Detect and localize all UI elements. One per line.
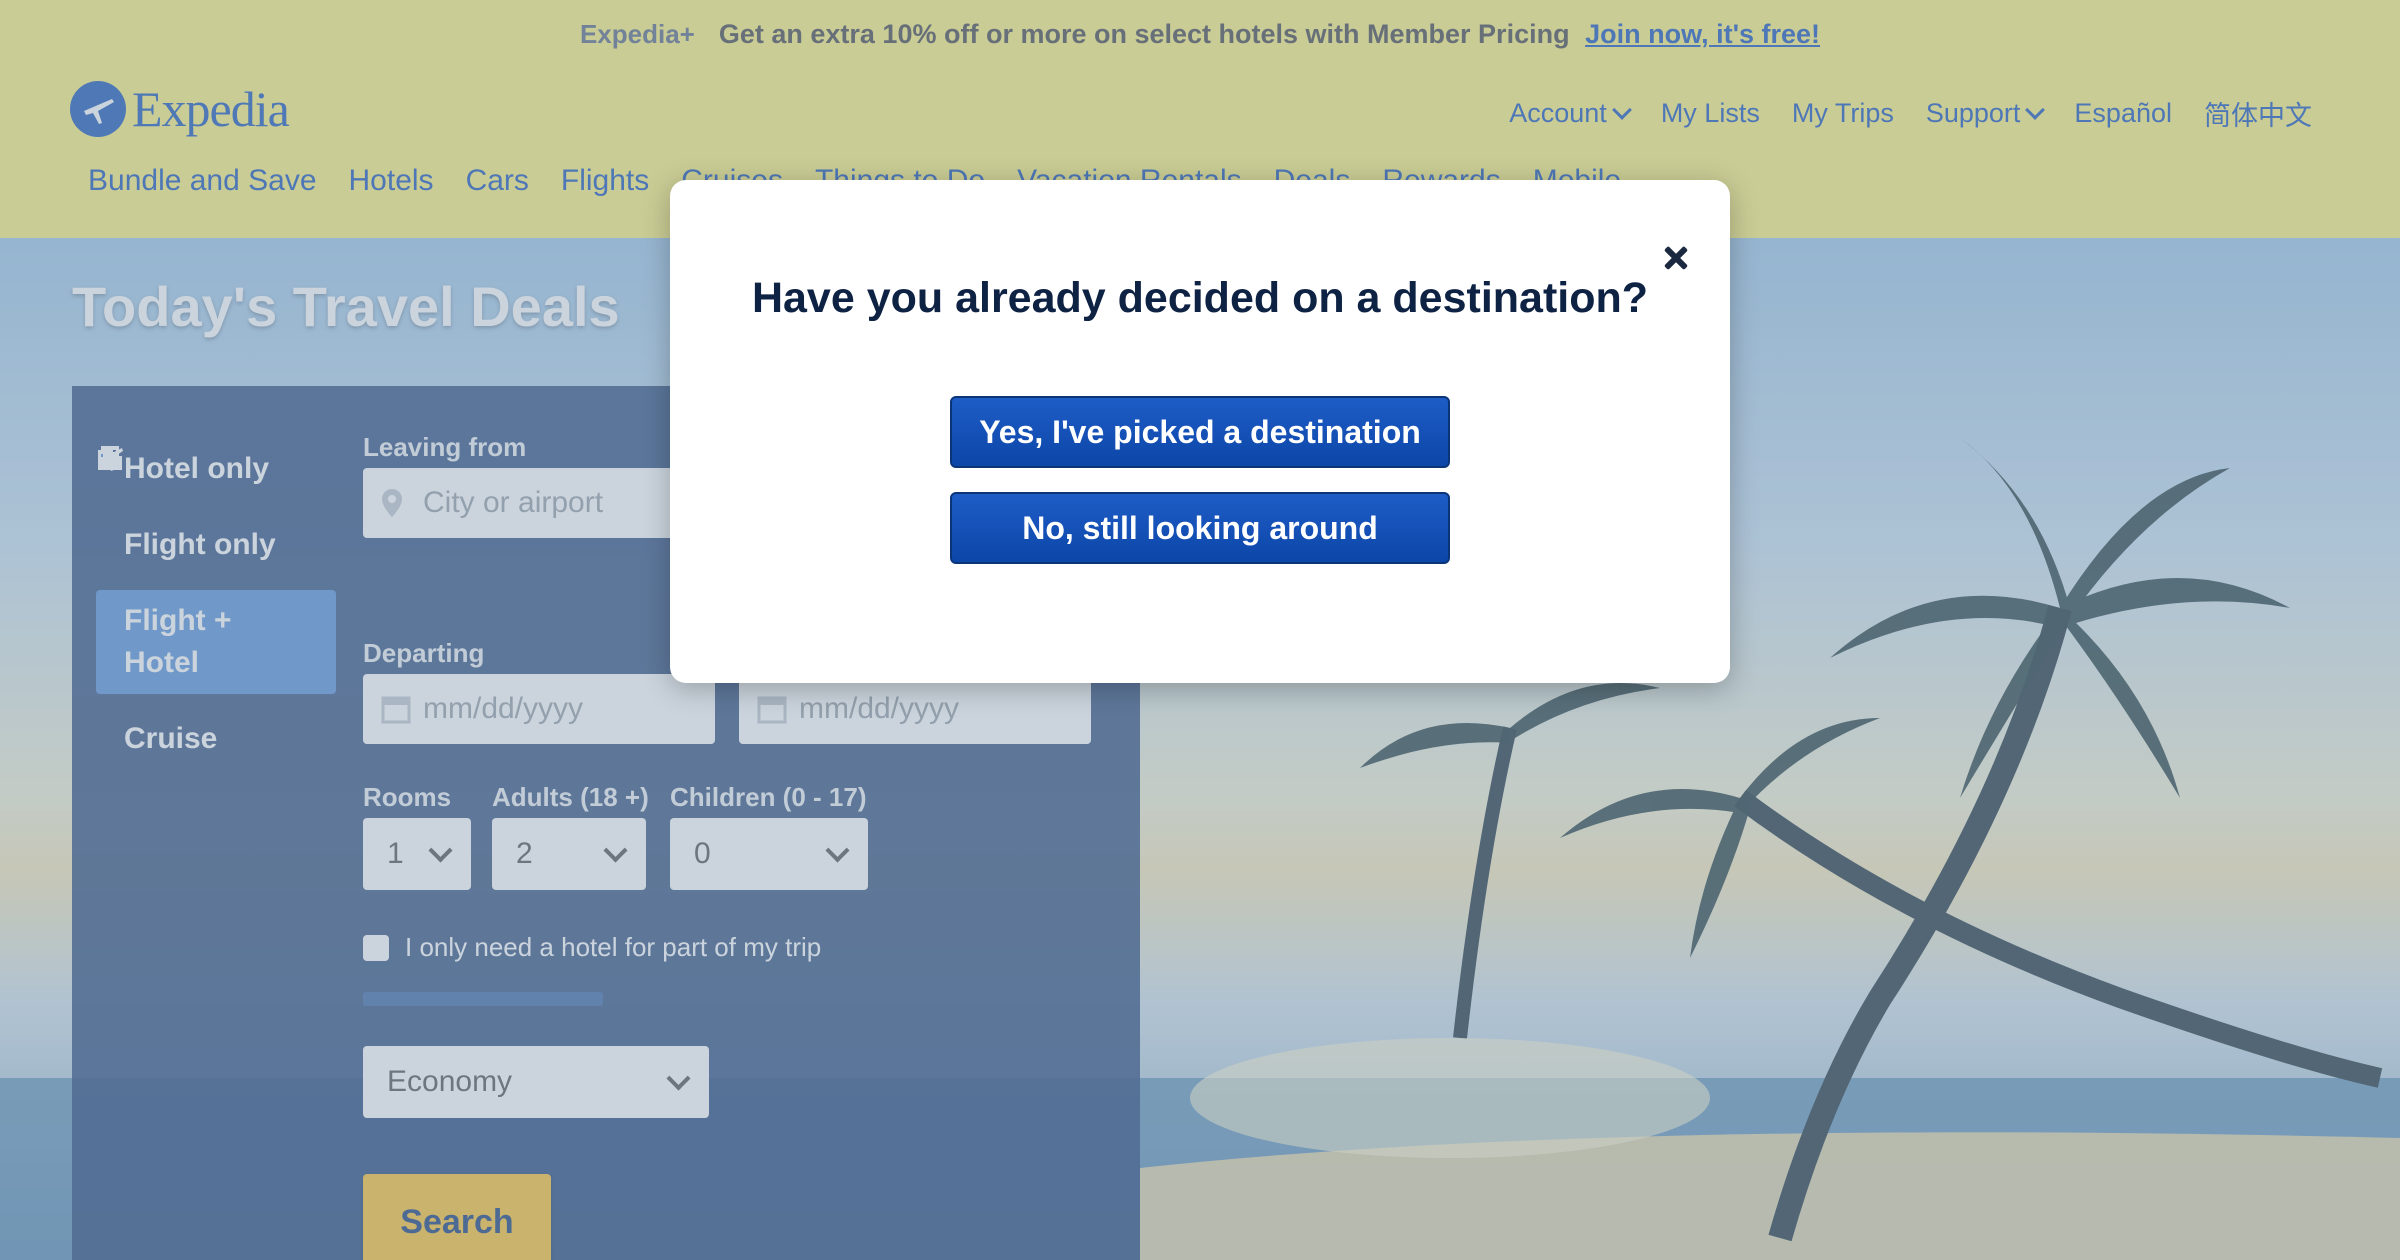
page: Expedia+ Get an extra 10% off or more on… <box>0 0 2400 1260</box>
destination-dialog: Have you already decided on a destinatio… <box>670 180 1730 683</box>
still-looking-button[interactable]: No, still looking around <box>950 492 1450 564</box>
dialog-title: Have you already decided on a destinatio… <box>751 274 1649 322</box>
picked-destination-button[interactable]: Yes, I've picked a destination <box>950 396 1450 468</box>
close-icon[interactable] <box>1660 242 1692 274</box>
